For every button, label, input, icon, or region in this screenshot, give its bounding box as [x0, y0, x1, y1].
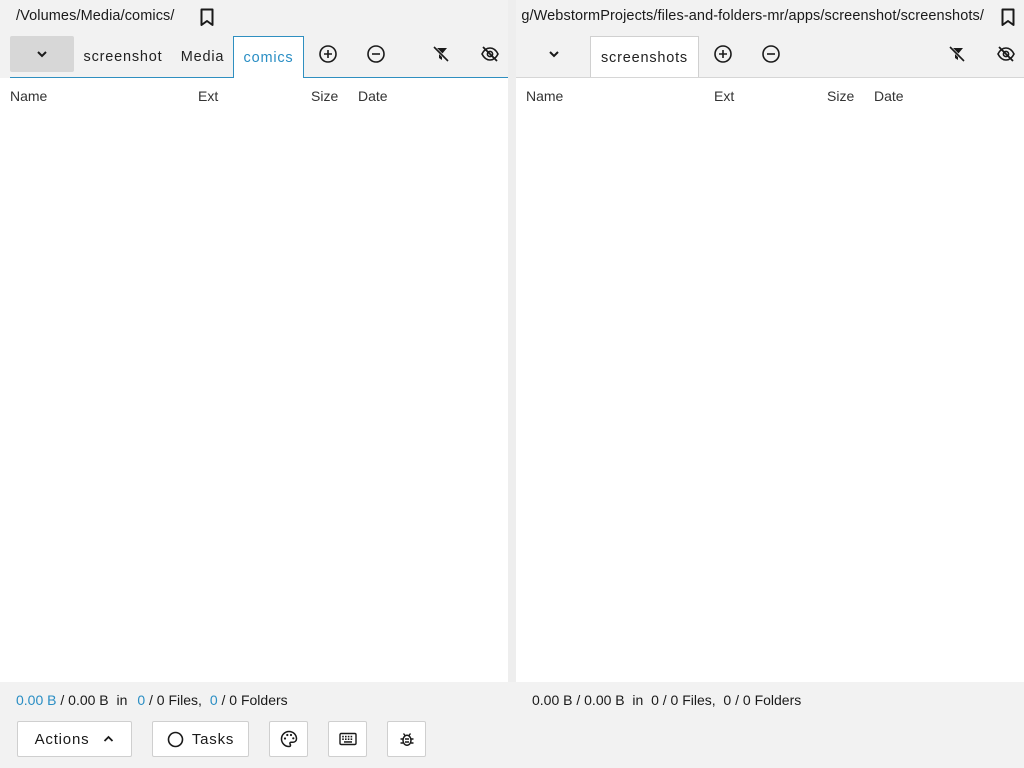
bookmark-icon[interactable] [197, 6, 217, 28]
toggle-hidden-button[interactable] [476, 42, 504, 70]
right-path-bar: g/WebstormProjects/files-and-folders-mr/… [516, 0, 1024, 32]
tab-screenshots[interactable]: screenshots [590, 36, 699, 78]
tab-screenshot[interactable]: screenshot [74, 36, 172, 78]
selected-size: 0.00 B [16, 692, 57, 708]
palette-icon [280, 730, 298, 748]
right-tab-bar: screenshots [516, 36, 1024, 78]
circle-icon [167, 731, 184, 748]
filter-off-icon [947, 44, 967, 69]
folders-count-rest: / 0 Folders [221, 692, 288, 708]
tabs-dropdown-button[interactable] [10, 36, 74, 72]
column-header-size[interactable]: Size [827, 88, 854, 104]
bug-icon [399, 731, 415, 747]
column-header-date[interactable]: Date [358, 88, 388, 104]
left-tab-bar: screenshot Media comics [0, 36, 508, 78]
right-file-list[interactable]: Name Ext Size Date [516, 78, 1024, 682]
tasks-button[interactable]: Tasks [152, 721, 249, 757]
remove-circle-icon [761, 44, 781, 69]
filter-off-icon [431, 44, 451, 69]
files-count-rest: / 0 Files, [149, 692, 202, 708]
visibility-off-icon [480, 44, 500, 69]
right-path-text[interactable]: g/WebstormProjects/files-and-folders-mr/… [521, 8, 984, 24]
bookmark-icon[interactable] [998, 6, 1018, 28]
total-size: 0.00 B [68, 692, 109, 708]
theme-button[interactable] [269, 721, 308, 757]
chevron-up-icon [103, 735, 114, 743]
tabs-dropdown-button[interactable] [536, 36, 572, 72]
right-pane: g/WebstormProjects/files-and-folders-mr/… [516, 0, 1024, 682]
selected-folders-count: 0 [209, 692, 218, 708]
left-file-list[interactable]: Name Ext Size Date [0, 78, 508, 682]
left-path-text[interactable]: /Volumes/Media/comics/ [16, 8, 175, 24]
selected-files-count: 0 [137, 692, 146, 708]
clear-filter-button[interactable] [943, 42, 971, 70]
debug-button[interactable] [387, 721, 426, 757]
column-header-ext[interactable]: Ext [714, 88, 734, 104]
column-header-date[interactable]: Date [874, 88, 904, 104]
actions-label: Actions [34, 730, 90, 748]
pane-splitter[interactable] [508, 0, 516, 682]
add-tab-button[interactable] [709, 42, 737, 70]
keyboard-shortcuts-button[interactable] [328, 721, 367, 757]
chevron-down-icon [36, 45, 48, 63]
left-status-line: 0.00 B / 0.00 B in 0 / 0 Files, 0 / 0 Fo… [16, 692, 288, 708]
actions-menu-button[interactable]: Actions [17, 721, 132, 757]
tab-media[interactable]: Media [172, 36, 233, 78]
remove-tab-button[interactable] [362, 42, 390, 70]
remove-circle-icon [366, 44, 386, 69]
size-separator: / [60, 692, 65, 708]
in-label: in [116, 692, 128, 708]
column-header-ext[interactable]: Ext [198, 88, 218, 104]
add-circle-icon [318, 44, 338, 69]
right-status-line: 0.00 B / 0.00 B in 0 / 0 Files, 0 / 0 Fo… [532, 692, 802, 708]
column-header-name[interactable]: Name [526, 88, 563, 104]
remove-tab-button[interactable] [757, 42, 785, 70]
left-pane: /Volumes/Media/comics/ screenshot Media … [0, 0, 508, 682]
add-circle-icon [713, 44, 733, 69]
column-header-name[interactable]: Name [10, 88, 47, 104]
visibility-off-icon [996, 44, 1016, 69]
clear-filter-button[interactable] [427, 42, 455, 70]
keyboard-icon [338, 732, 357, 746]
chevron-down-icon [548, 45, 560, 63]
tab-comics[interactable]: comics [233, 36, 304, 78]
add-tab-button[interactable] [314, 42, 342, 70]
toggle-hidden-button[interactable] [992, 42, 1020, 70]
left-path-bar: /Volumes/Media/comics/ [0, 0, 508, 32]
column-header-size[interactable]: Size [311, 88, 338, 104]
tasks-label: Tasks [191, 730, 235, 748]
